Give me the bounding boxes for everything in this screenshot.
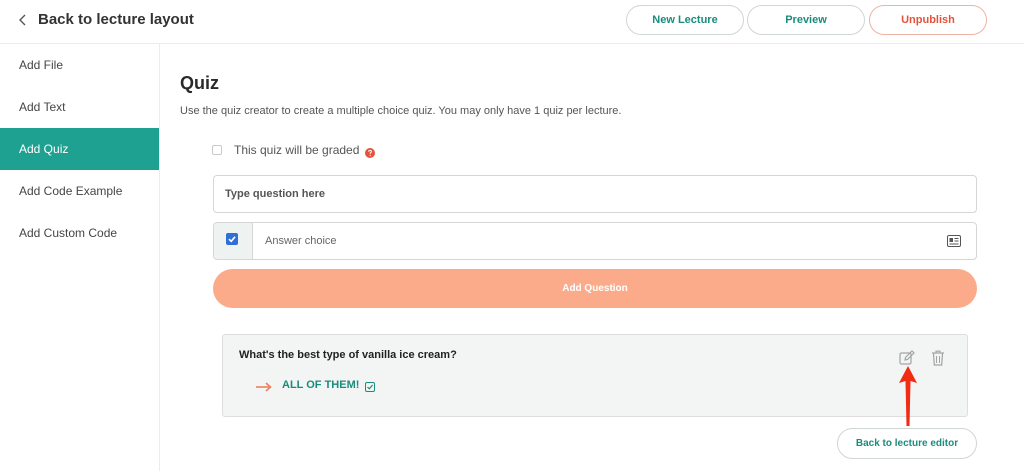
answer-choice-row (213, 222, 977, 260)
back-to-lecture-layout-link[interactable]: Back to lecture layout (18, 10, 194, 30)
sidebar: Add File Add Text Add Quiz Add Code Exam… (0, 44, 160, 471)
top-bar: Back to lecture layout New Lecture Previ… (0, 0, 1024, 44)
new-lecture-button[interactable]: New Lecture (626, 5, 744, 35)
answer-correct-cell (214, 223, 253, 259)
quiz-editor: Quiz Use the quiz creator to create a mu… (160, 44, 1024, 471)
annotation-arrow (898, 366, 918, 426)
add-question-button[interactable]: Add Question (213, 269, 977, 308)
quiz-description: Use the quiz creator to create a multipl… (180, 105, 622, 117)
graded-checkbox[interactable] (212, 145, 222, 155)
back-link-label: Back to lecture layout (38, 11, 194, 28)
answer-choice-input[interactable] (254, 223, 934, 259)
graded-label: This quiz will be graded (234, 143, 360, 157)
question-card: What's the best type of vanilla ice crea… (222, 334, 968, 417)
arrow-right-icon (256, 379, 272, 392)
chevron-left-icon (18, 10, 34, 30)
unpublish-button[interactable]: Unpublish (869, 5, 987, 35)
sidebar-item-add-quiz[interactable]: Add Quiz (0, 128, 159, 170)
question-text: What's the best type of vanilla ice crea… (239, 349, 457, 361)
answer-correct-checkbox[interactable] (226, 233, 238, 245)
answer-text: ALL OF THEM! (282, 379, 360, 391)
sidebar-item-add-file[interactable]: Add File (0, 44, 159, 86)
page-title: Quiz (180, 73, 219, 93)
check-square-icon (365, 379, 375, 392)
edit-icon[interactable] (899, 350, 915, 366)
question-circle-icon[interactable] (365, 145, 376, 158)
graded-option: This quiz will be graded (212, 143, 376, 158)
sidebar-item-add-code-example[interactable]: Add Code Example (0, 170, 159, 212)
preview-button[interactable]: Preview (747, 5, 865, 35)
question-input[interactable] (213, 175, 977, 213)
id-card-icon[interactable] (947, 234, 961, 247)
trash-icon[interactable] (931, 350, 945, 366)
sidebar-item-add-custom-code[interactable]: Add Custom Code (0, 212, 159, 254)
sidebar-item-add-text[interactable]: Add Text (0, 86, 159, 128)
back-to-lecture-editor-button[interactable]: Back to lecture editor (837, 428, 977, 459)
